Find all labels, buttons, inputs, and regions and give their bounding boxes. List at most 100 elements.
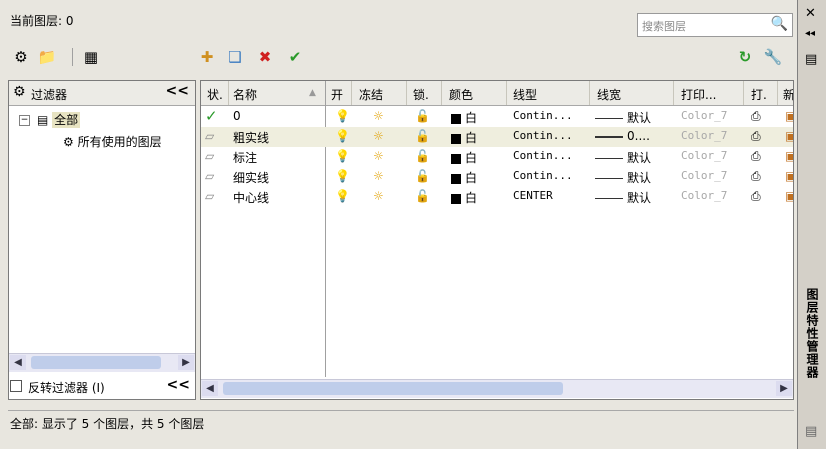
col-color[interactable]: 颜色 bbox=[449, 86, 473, 103]
grid-header: 状. 名称 ▲ 开 冻结 锁. 颜色 线型 线宽 打印... 打. 新 bbox=[201, 81, 793, 106]
col-plotstyle[interactable]: 打印... bbox=[681, 86, 716, 103]
layer-lineweight[interactable]: 默认 bbox=[595, 149, 651, 166]
new-layer-icon[interactable]: ✚ bbox=[196, 46, 218, 68]
col-plot[interactable]: 打. bbox=[751, 86, 767, 103]
sun-icon[interactable]: ☼ bbox=[373, 109, 384, 123]
scroll-thumb[interactable] bbox=[223, 382, 563, 395]
table-row[interactable]: ▱ 标注 💡 ☼ 🔓 白 Contin... 默认 Color_7 ⎙ ▣ bbox=[201, 147, 793, 167]
tree-expander[interactable]: − bbox=[19, 115, 30, 126]
sun-icon[interactable]: ☼ bbox=[373, 189, 384, 203]
filter-panel-header: ⚙ 过滤器 << bbox=[9, 81, 195, 106]
new-vp-freeze-icon[interactable]: ▣ bbox=[785, 189, 793, 203]
new-layer-vp-frozen-icon[interactable]: ❑ bbox=[224, 46, 246, 68]
invert-filter-label[interactable]: 反转过滤器 (I) bbox=[28, 379, 105, 396]
col-lock[interactable]: 锁. bbox=[413, 86, 429, 103]
bulb-icon[interactable]: 💡 bbox=[335, 189, 350, 203]
tree-node-label: 全部 bbox=[52, 112, 81, 128]
unlock-icon[interactable]: 🔓 bbox=[415, 109, 430, 123]
col-status[interactable]: 状. bbox=[207, 86, 223, 103]
new-group-filter-icon[interactable]: 📁 bbox=[36, 46, 58, 68]
bulb-icon[interactable]: 💡 bbox=[335, 109, 350, 123]
new-vp-freeze-icon[interactable]: ▣ bbox=[785, 149, 793, 163]
layer-linetype[interactable]: Contin... bbox=[513, 169, 573, 182]
layer-color[interactable]: 白 bbox=[451, 169, 477, 186]
col-freeze[interactable]: 冻结 bbox=[359, 86, 383, 103]
filter-hscrollbar[interactable]: ◀ ▶ bbox=[9, 353, 195, 372]
unlock-icon[interactable]: 🔓 bbox=[415, 129, 430, 143]
col-linetype[interactable]: 线型 bbox=[513, 86, 537, 103]
unlock-icon[interactable]: 🔓 bbox=[415, 189, 430, 203]
invert-filter-checkbox[interactable] bbox=[10, 380, 22, 392]
layer-lineweight[interactable]: 默认 bbox=[595, 189, 651, 206]
layer-name[interactable]: 粗实线 bbox=[233, 129, 269, 146]
layer-status-icon: ▱ bbox=[205, 189, 215, 203]
set-current-icon[interactable]: ✔ bbox=[284, 46, 306, 68]
filter-title: 过滤器 bbox=[31, 88, 68, 102]
table-row[interactable]: ▱ 中心线 💡 ☼ 🔓 白 CENTER 默认 Color_7 ⎙ ▣ bbox=[201, 187, 793, 207]
layer-linetype[interactable]: Contin... bbox=[513, 129, 573, 142]
layer-color[interactable]: 白 bbox=[451, 149, 477, 166]
unlock-icon[interactable]: 🔓 bbox=[415, 149, 430, 163]
unlock-icon[interactable]: 🔓 bbox=[415, 169, 430, 183]
properties-icon[interactable]: ▤ bbox=[805, 52, 817, 67]
tree-node-all[interactable]: ▤ 全部 bbox=[37, 111, 81, 128]
table-row[interactable]: ✓ 0 💡 ☼ 🔓 白 Contin... 默认 Color_7 ⎙ ▣ bbox=[201, 107, 793, 127]
new-vp-freeze-icon[interactable]: ▣ bbox=[785, 129, 793, 143]
scroll-left-arrow[interactable]: ◀ bbox=[10, 355, 26, 370]
color-swatch bbox=[451, 133, 461, 144]
tree-node-used[interactable]: ⚙ 所有使用的图层 bbox=[63, 133, 162, 150]
bulb-icon[interactable]: 💡 bbox=[335, 129, 350, 143]
layer-lineweight[interactable]: 默认 bbox=[595, 169, 651, 186]
printer-icon[interactable]: ⎙ bbox=[751, 169, 761, 184]
status-bar: 全部: 显示了 5 个图层，共 5 个图层 bbox=[8, 410, 794, 433]
layer-linetype[interactable]: Contin... bbox=[513, 149, 573, 162]
settings-icon[interactable]: 🔧 bbox=[762, 46, 784, 68]
layer-color[interactable]: 白 bbox=[451, 129, 477, 146]
refresh-icon[interactable]: ↻ bbox=[734, 46, 756, 68]
layer-color[interactable]: 白 bbox=[451, 189, 477, 206]
scroll-right-arrow[interactable]: ▶ bbox=[776, 381, 792, 396]
autohide-icon[interactable]: ◂◂ bbox=[805, 28, 815, 39]
tree-node-label: 所有使用的图层 bbox=[77, 135, 162, 149]
layer-linetype[interactable]: CENTER bbox=[513, 189, 553, 202]
table-row[interactable]: ▱ 粗实线 💡 ☼ 🔓 白 Contin... 0.... Color_7 ⎙ … bbox=[201, 127, 793, 147]
table-row[interactable]: ▱ 细实线 💡 ☼ 🔓 白 Contin... 默认 Color_7 ⎙ ▣ bbox=[201, 167, 793, 187]
layer-name[interactable]: 标注 bbox=[233, 149, 257, 166]
collapse-filter-button[interactable]: << bbox=[166, 83, 189, 99]
printer-icon[interactable]: ⎙ bbox=[751, 149, 761, 164]
printer-icon[interactable]: ⎙ bbox=[751, 189, 761, 204]
scroll-left-arrow[interactable]: ◀ bbox=[202, 381, 218, 396]
layer-name[interactable]: 0 bbox=[233, 109, 241, 123]
layer-linetype[interactable]: Contin... bbox=[513, 109, 573, 122]
search-layers-input[interactable]: 搜索图层 🔍 bbox=[637, 13, 793, 37]
filter-panel: ⚙ 过滤器 << − ▤ 全部 ⚙ 所有使用的图层 ◀ ▶ bbox=[8, 80, 196, 400]
printer-icon[interactable]: ⎙ bbox=[751, 129, 761, 144]
bulb-icon[interactable]: 💡 bbox=[335, 149, 350, 163]
bulb-icon[interactable]: 💡 bbox=[335, 169, 350, 183]
printer-icon[interactable]: ⎙ bbox=[751, 109, 761, 124]
col-lineweight[interactable]: 线宽 bbox=[597, 86, 621, 103]
filter-icon: ⚙ bbox=[13, 84, 26, 100]
col-new[interactable]: 新 bbox=[783, 86, 793, 103]
sun-icon[interactable]: ☼ bbox=[373, 149, 384, 163]
search-icon[interactable]: 🔍 bbox=[771, 16, 788, 32]
col-on[interactable]: 开 bbox=[331, 86, 343, 103]
sun-icon[interactable]: ☼ bbox=[373, 129, 384, 143]
layer-color[interactable]: 白 bbox=[451, 109, 477, 126]
layer-state-manager-icon[interactable]: ▦ bbox=[80, 46, 102, 68]
scroll-right-arrow[interactable]: ▶ bbox=[178, 355, 194, 370]
new-vp-freeze-icon[interactable]: ▣ bbox=[785, 109, 793, 123]
layer-lineweight[interactable]: 默认 bbox=[595, 109, 651, 126]
sun-icon[interactable]: ☼ bbox=[373, 169, 384, 183]
layer-name[interactable]: 细实线 bbox=[233, 169, 269, 186]
layer-lineweight[interactable]: 0.... bbox=[595, 129, 650, 143]
grid-hscrollbar[interactable]: ◀ ▶ bbox=[201, 379, 793, 398]
new-property-filter-icon[interactable]: ⚙ bbox=[10, 46, 32, 68]
collapse-tree-button[interactable]: << bbox=[167, 377, 190, 393]
col-name[interactable]: 名称 bbox=[233, 86, 257, 103]
close-icon[interactable]: ✕ bbox=[805, 6, 816, 21]
layer-name[interactable]: 中心线 bbox=[233, 189, 269, 206]
new-vp-freeze-icon[interactable]: ▣ bbox=[785, 169, 793, 183]
delete-layer-icon[interactable]: ✖ bbox=[254, 46, 276, 68]
scroll-thumb[interactable] bbox=[31, 356, 161, 369]
